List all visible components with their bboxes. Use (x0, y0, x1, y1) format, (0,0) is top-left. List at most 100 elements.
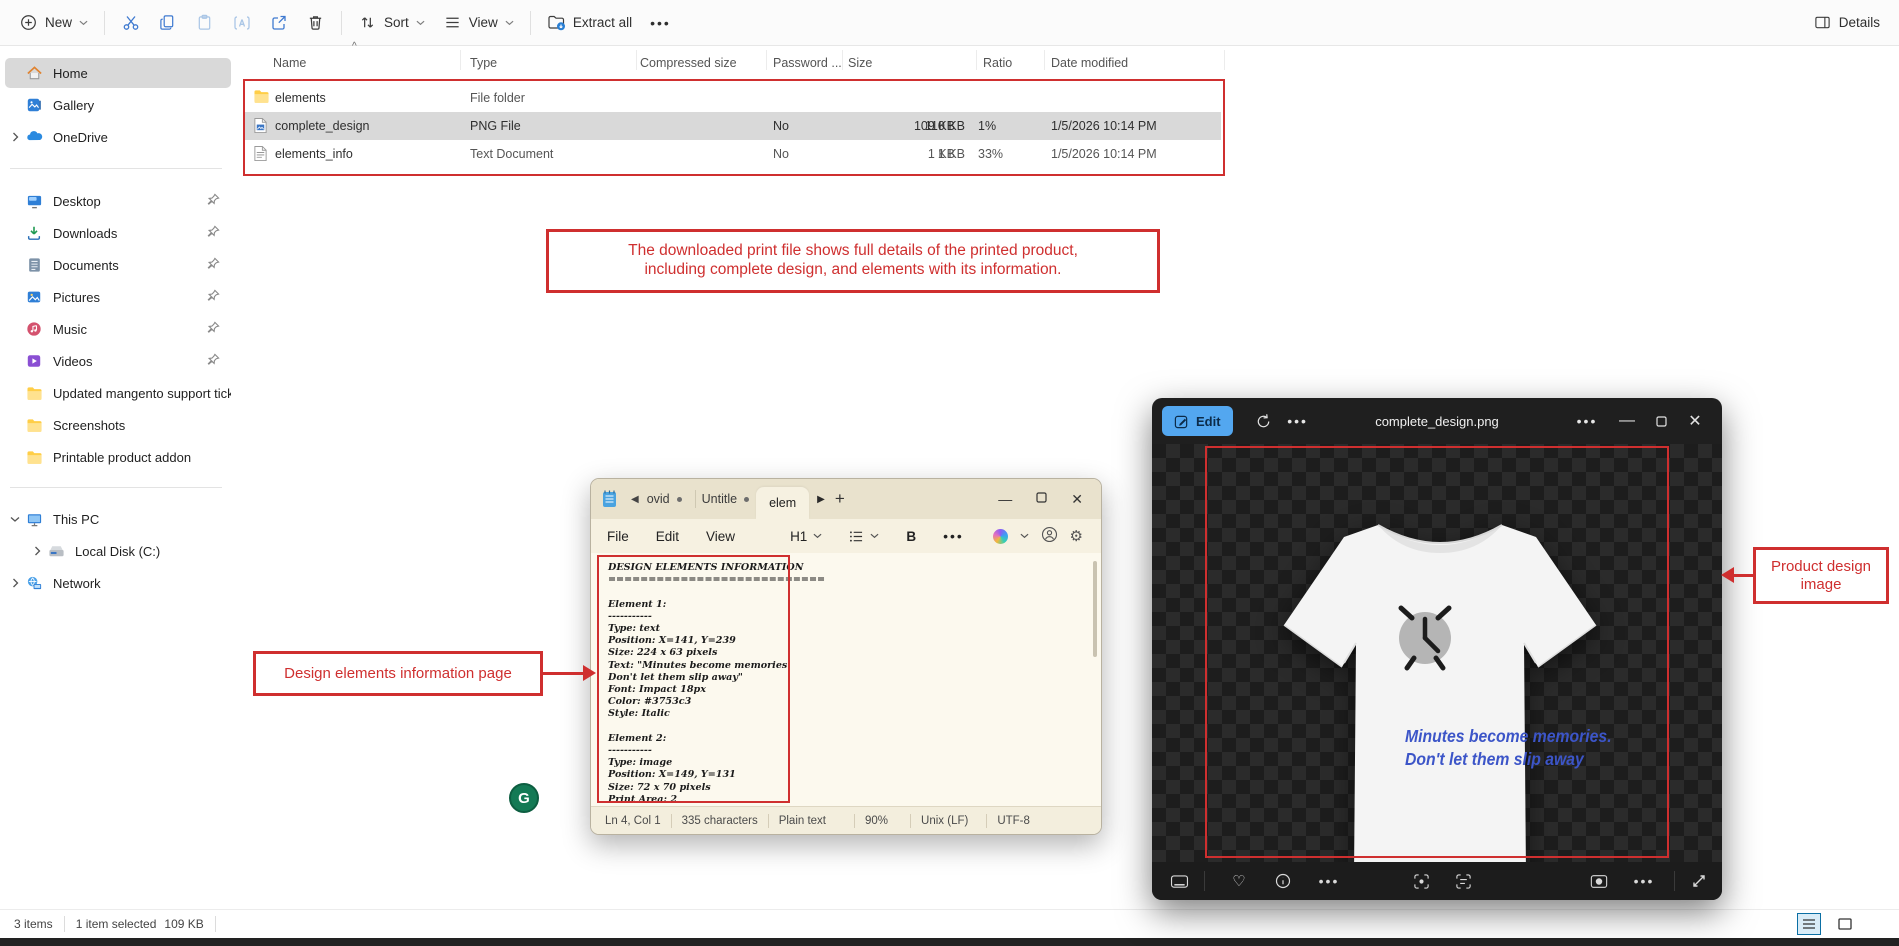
chevron-down-icon[interactable] (5, 516, 25, 523)
list-format-dropdown[interactable] (849, 530, 879, 543)
toolbar-more-button[interactable]: ••• (641, 9, 680, 37)
tab-untitled[interactable]: Untitle (702, 492, 737, 506)
account-icon[interactable] (1041, 526, 1058, 546)
close-icon[interactable]: ✕ (1678, 406, 1712, 436)
settings-gear-icon[interactable]: ⚙ (1070, 527, 1083, 545)
sidebar-item-this-pc[interactable]: This PC (5, 504, 231, 534)
text-file-icon (253, 145, 270, 162)
maximize-icon[interactable] (1036, 490, 1047, 508)
column-header-date-modified[interactable]: Date modified (1051, 56, 1128, 70)
photos-more-right-button[interactable]: ••• (1570, 406, 1604, 436)
toolbar-more-icon[interactable]: ••• (1314, 866, 1344, 896)
document-mode[interactable]: Plain text (779, 815, 826, 827)
sidebar-item-downloads[interactable]: Downloads (5, 218, 231, 248)
rotate-icon[interactable] (1247, 406, 1281, 436)
encoding[interactable]: UTF-8 (997, 815, 1030, 827)
editor-scrollbar[interactable] (1093, 561, 1097, 657)
cursor-position: Ln 4, Col 1 (605, 815, 661, 827)
bold-button[interactable]: B (906, 529, 916, 544)
sidebar-item-desktop[interactable]: Desktop (5, 186, 231, 216)
sidebar-item-gallery[interactable]: Gallery (5, 90, 231, 120)
toolbar-more2-icon[interactable]: ••• (1629, 866, 1659, 896)
sidebar-item-home[interactable]: Home (5, 58, 231, 88)
new-button[interactable]: New (10, 7, 97, 38)
tab-ovid[interactable]: ovid (647, 492, 670, 506)
cut-button[interactable] (112, 7, 149, 38)
sidebar-item-videos[interactable]: Videos (5, 346, 231, 376)
sidebar-item-documents[interactable]: Documents (5, 250, 231, 280)
extract-all-button[interactable]: Extract all (538, 7, 641, 38)
chevron-down-icon[interactable] (1020, 533, 1029, 539)
sidebar-item-updated-mangento-support-ticket[interactable]: Updated mangento support ticket (5, 378, 231, 408)
tab-scroll-left-icon[interactable]: ◀ (631, 494, 639, 505)
copilot-icon[interactable] (993, 529, 1008, 544)
column-header-type[interactable]: Type (470, 56, 497, 70)
column-header-size[interactable]: Size (848, 56, 872, 70)
menu-edit[interactable]: Edit (656, 529, 679, 544)
extract-folder-icon (547, 13, 566, 32)
photos-more-left-button[interactable]: ••• (1281, 406, 1315, 436)
details-view-toggle[interactable] (1797, 913, 1821, 935)
tab-elements-info-active[interactable]: elem (756, 487, 809, 519)
heading-style-dropdown[interactable]: H1 (790, 529, 822, 544)
sidebar-item-label: Printable product addon (53, 450, 191, 465)
file-row-elements-info[interactable]: elements_info Text Document 1 KB No 1 KB… (245, 140, 1221, 168)
visual-search-icon[interactable] (1406, 866, 1436, 896)
format-more-button[interactable]: ••• (943, 528, 964, 544)
details-pane-button[interactable]: Details (1804, 7, 1889, 38)
sidebar-item-music[interactable]: Music (5, 314, 231, 344)
image-viewer-canvas[interactable]: Minutes become memories. Don't let them … (1152, 444, 1722, 862)
maximize-icon[interactable] (1644, 406, 1678, 436)
chevron-right-icon[interactable] (5, 132, 25, 142)
column-header-compressed-size[interactable]: Compressed size (640, 56, 737, 70)
column-header-password[interactable]: Password ... (773, 56, 842, 70)
notepad-editor[interactable]: DESIGN ELEMENTS INFORMATION=============… (591, 553, 1101, 806)
favorite-heart-icon[interactable]: ♡ (1224, 866, 1254, 896)
copy-icon (158, 13, 177, 32)
fullscreen-icon[interactable] (1684, 866, 1714, 896)
filmstrip-icon[interactable] (1164, 866, 1194, 896)
notepad-titlebar[interactable]: ◀ ovid Untitle elem ▶ + — ✕ (591, 479, 1101, 519)
sidebar-item-local-disk-c[interactable]: Local Disk (C:) (5, 536, 231, 566)
view-button[interactable]: View (434, 7, 523, 38)
file-type: PNG File (470, 112, 521, 140)
column-header-ratio[interactable]: Ratio (983, 56, 1012, 70)
sidebar-item-pictures[interactable]: Pictures (5, 282, 231, 312)
menu-file[interactable]: File (607, 529, 629, 544)
tab-scroll-right-icon[interactable]: ▶ (817, 494, 825, 505)
sidebar-item-network[interactable]: Network (5, 568, 231, 598)
copy-button[interactable] (149, 7, 186, 38)
background-blur-icon[interactable] (1584, 866, 1614, 896)
chevron-right-icon[interactable] (5, 578, 25, 588)
new-tab-button[interactable]: + (835, 489, 845, 509)
file-row-complete-design[interactable]: complete_design PNG File 109 KB No 110 K… (245, 112, 1221, 140)
sidebar-item-printable-product-addon[interactable]: Printable product addon (5, 442, 231, 472)
share-button[interactable] (260, 7, 297, 38)
menu-view[interactable]: View (706, 529, 735, 544)
sidebar-item-screenshots[interactable]: Screenshots (5, 410, 231, 440)
edit-button[interactable]: Edit (1162, 406, 1233, 436)
photos-toolbar: ♡ ••• ••• (1152, 862, 1722, 900)
sidebar-item-label: This PC (53, 512, 99, 527)
info-icon[interactable] (1268, 866, 1298, 896)
rename-button[interactable] (223, 7, 260, 38)
plus-circle-icon (19, 13, 38, 32)
text-actions-icon[interactable] (1448, 866, 1478, 896)
close-icon[interactable]: ✕ (1071, 491, 1083, 508)
documents-icon (25, 256, 43, 274)
chevron-right-icon[interactable] (27, 546, 47, 556)
sort-button[interactable]: Sort (349, 7, 434, 38)
file-row-elements[interactable]: elements File folder (245, 84, 1221, 112)
grammarly-icon[interactable]: G (509, 783, 539, 813)
paste-button[interactable] (186, 7, 223, 38)
line-ending[interactable]: Unix (LF) (921, 815, 968, 827)
sidebar-item-label: Updated mangento support ticket (53, 386, 231, 401)
thumbnail-view-toggle[interactable] (1833, 913, 1857, 935)
minimize-icon[interactable]: — (998, 491, 1012, 507)
column-header-name[interactable]: Name (273, 56, 306, 70)
photos-titlebar[interactable]: Edit ••• complete_design.png ••• — ✕ (1152, 398, 1722, 444)
minimize-icon[interactable]: — (1610, 406, 1644, 436)
delete-button[interactable] (297, 7, 334, 38)
zoom-level[interactable]: 90% (865, 815, 888, 827)
sidebar-item-onedrive[interactable]: OneDrive (5, 122, 231, 152)
